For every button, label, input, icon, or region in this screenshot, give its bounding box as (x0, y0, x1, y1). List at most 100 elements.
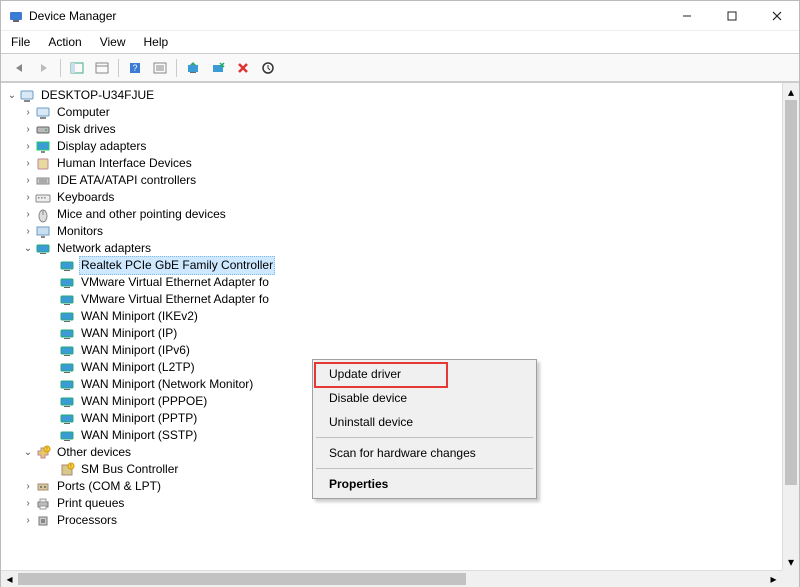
maximize-button[interactable] (709, 1, 754, 31)
net-icon (59, 326, 75, 342)
expand-arrow[interactable]: › (21, 172, 35, 189)
vertical-scrollbar[interactable]: ▴ ▾ (782, 83, 799, 570)
expand-arrow[interactable]: › (21, 223, 35, 240)
printer-icon (35, 496, 51, 512)
help-button[interactable]: ? (123, 57, 147, 79)
show-hide-tree-button[interactable] (65, 57, 89, 79)
expand-arrow[interactable]: › (21, 512, 35, 529)
category-node[interactable]: ›Human Interface Devices (5, 155, 797, 172)
keyboard-icon (35, 190, 51, 206)
expand-arrow[interactable]: › (21, 138, 35, 155)
tree-label: Processors (55, 512, 119, 529)
category-node[interactable]: › Disk drives (5, 121, 797, 138)
device-tree[interactable]: ⌄DESKTOP-U34FJUE›Computer›Disk drives›Di… (1, 83, 799, 587)
net-icon (59, 411, 75, 427)
toolbar-separator (60, 59, 61, 77)
scroll-track[interactable] (18, 571, 765, 587)
root-node[interactable]: ⌄DESKTOP-U34FJUE (5, 87, 797, 104)
expand-arrow[interactable]: ⌄ (21, 240, 35, 257)
tree-label: WAN Miniport (IP) (79, 325, 179, 342)
update-driver-button[interactable] (181, 57, 205, 79)
context-disable-device[interactable]: Disable device (315, 386, 534, 410)
tree-label: Display adapters (55, 138, 148, 155)
category-node[interactable]: › Mice and other pointing devices (5, 206, 797, 223)
forward-button[interactable] (32, 57, 56, 79)
device-node[interactable]: WAN Miniport (IP) (5, 325, 797, 342)
minimize-button[interactable] (664, 1, 709, 31)
net-icon (59, 258, 75, 274)
context-update-driver[interactable]: Update driver (315, 362, 534, 386)
tree-label: WAN Miniport (Network Monitor) (79, 376, 255, 393)
app-icon (9, 9, 23, 23)
tree-label: Other devices (55, 444, 133, 461)
toolbar: ? (1, 54, 799, 82)
tree-label: Realtek PCIe GbE Family Controller (79, 256, 275, 275)
category-node[interactable]: › Processors (5, 512, 797, 529)
expand-arrow[interactable]: ⌄ (5, 87, 19, 104)
horizontal-scrollbar[interactable]: ◂ ▸ (1, 570, 782, 587)
tree-label: WAN Miniport (PPTP) (79, 410, 199, 427)
context-separator (316, 437, 533, 438)
tree-label: Disk drives (55, 121, 118, 138)
category-node[interactable]: › Keyboards (5, 189, 797, 206)
menu-file[interactable]: File (9, 33, 32, 51)
scroll-track[interactable] (783, 100, 799, 553)
device-node[interactable]: VMware Virtual Ethernet Adapter fo (5, 274, 797, 291)
expand-arrow[interactable]: › (21, 155, 35, 172)
tree-label: Keyboards (55, 189, 116, 206)
scan-hardware-button[interactable] (256, 57, 280, 79)
category-node[interactable]: ›Computer (5, 104, 797, 121)
menu-help[interactable]: Help (142, 33, 171, 51)
disable-device-button[interactable] (206, 57, 230, 79)
toolbar-separator (118, 59, 119, 77)
expand-arrow[interactable]: ⌄ (21, 444, 35, 461)
net-icon (59, 360, 75, 376)
tree-area: ⌄DESKTOP-U34FJUE›Computer›Disk drives›Di… (1, 82, 799, 587)
uninstall-device-button[interactable] (231, 57, 255, 79)
device-node[interactable]: Realtek PCIe GbE Family Controller (5, 257, 797, 274)
scroll-down-button[interactable]: ▾ (783, 553, 799, 570)
scroll-corner (782, 570, 799, 587)
scroll-right-button[interactable]: ▸ (765, 571, 782, 587)
tree-label: VMware Virtual Ethernet Adapter fo (79, 291, 271, 308)
tree-label: Network adapters (55, 240, 153, 257)
display-icon (35, 139, 51, 155)
device-node[interactable]: WAN Miniport (IPv6) (5, 342, 797, 359)
category-node[interactable]: ›IDE ATA/ATAPI controllers (5, 172, 797, 189)
expand-arrow[interactable]: › (21, 495, 35, 512)
view-button[interactable] (90, 57, 114, 79)
computer-icon (35, 105, 51, 121)
scroll-thumb[interactable] (785, 100, 797, 485)
tree-label: SM Bus Controller (79, 461, 180, 478)
expand-arrow[interactable]: › (21, 478, 35, 495)
hid-icon (35, 156, 51, 172)
close-button[interactable] (754, 1, 799, 31)
toolbar-separator (176, 59, 177, 77)
category-network[interactable]: ⌄ Network adapters (5, 240, 797, 257)
scroll-left-button[interactable]: ◂ (1, 571, 18, 587)
properties-button[interactable] (148, 57, 172, 79)
expand-arrow[interactable]: › (21, 206, 35, 223)
category-node[interactable]: › Monitors (5, 223, 797, 240)
context-uninstall-device[interactable]: Uninstall device (315, 410, 534, 434)
context-properties[interactable]: Properties (315, 472, 534, 496)
expand-arrow[interactable]: › (21, 189, 35, 206)
device-node[interactable]: WAN Miniport (IKEv2) (5, 308, 797, 325)
tree-label: WAN Miniport (PPPOE) (79, 393, 209, 410)
tree-label: Monitors (55, 223, 105, 240)
cpu-icon (35, 513, 51, 529)
context-scan-hardware[interactable]: Scan for hardware changes (315, 441, 534, 465)
menu-view[interactable]: View (98, 33, 128, 51)
menu-action[interactable]: Action (46, 33, 83, 51)
expand-arrow[interactable]: › (21, 104, 35, 121)
ide-icon (35, 173, 51, 189)
net-icon (59, 275, 75, 291)
scroll-up-button[interactable]: ▴ (783, 83, 799, 100)
category-node[interactable]: › Display adapters (5, 138, 797, 155)
window-title: Device Manager (29, 9, 664, 23)
tree-label: Mice and other pointing devices (55, 206, 228, 223)
expand-arrow[interactable]: › (21, 121, 35, 138)
back-button[interactable] (7, 57, 31, 79)
device-node[interactable]: VMware Virtual Ethernet Adapter fo (5, 291, 797, 308)
scroll-thumb[interactable] (18, 573, 466, 585)
